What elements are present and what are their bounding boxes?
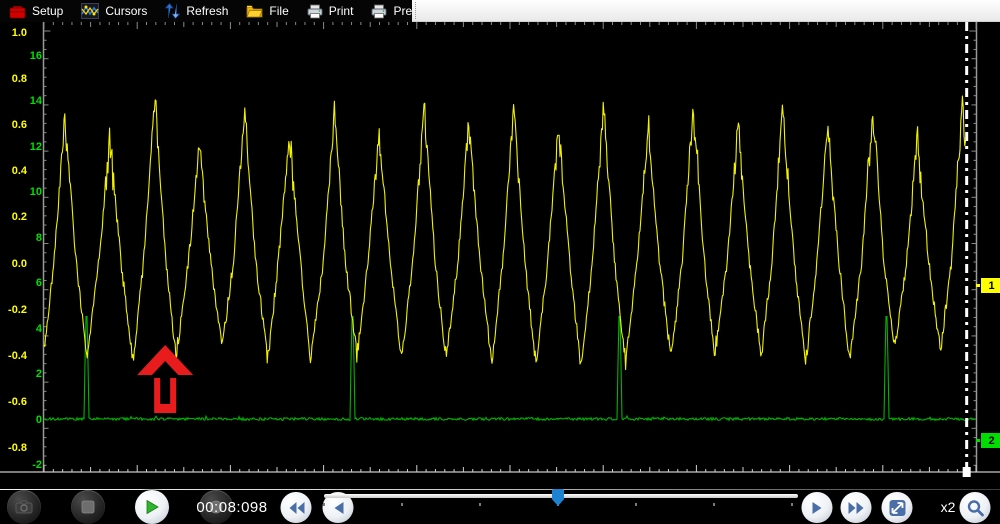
ch2-axis-tick-label: 10 (29, 186, 42, 198)
refresh-button[interactable]: Refresh (156, 0, 237, 22)
printer-icon (307, 4, 323, 18)
play-triangle-icon (146, 499, 159, 515)
time-display: 00:08:098 (196, 498, 268, 516)
ch1-axis-tick-label: 0.2 (11, 211, 27, 224)
ch1-axis-tick-label: -0.2 (8, 303, 27, 316)
fast-forward-button[interactable] (840, 492, 872, 523)
ch1-axis-tick-label: -0.4 (8, 349, 27, 362)
ch1-axis-tick-label: 1.0 (11, 26, 27, 39)
ch1-axis-tick-label: 0.8 (11, 72, 27, 85)
ch1-axis-tick-label: -0.8 (8, 442, 27, 455)
play-button[interactable] (135, 490, 169, 524)
camera-button[interactable] (7, 490, 41, 524)
double-chevron-right-icon (848, 501, 863, 514)
step-forward-button[interactable] (801, 492, 833, 523)
timeline-tick (401, 503, 403, 506)
double-chevron-left-icon (289, 501, 304, 514)
scope-app-window: Setup Cursors Refresh File Print 1.0 0.8… (0, 0, 1000, 524)
channel-1-badge[interactable]: 1 (976, 277, 1000, 294)
print-label: Print (328, 4, 354, 18)
triangle-right-icon (812, 501, 821, 514)
topbar-empty-area (412, 0, 1000, 22)
timeline-tick (791, 503, 793, 506)
channel-1-badge-label: 1 (980, 277, 1000, 294)
plot-canvas (0, 22, 1000, 477)
ch2-axis-tick-label: 14 (29, 95, 42, 107)
ch2-axis-tick-label: 16 (29, 49, 42, 62)
fit-screen-button[interactable] (881, 492, 913, 523)
channel-2-badge-label: 2 (980, 432, 1000, 449)
refresh-arrows-icon (165, 3, 181, 19)
ch2-axis-tick-label: 6 (35, 277, 42, 289)
ch2-axis-tick-label: 2 (35, 368, 42, 380)
cursors-button[interactable]: Cursors (72, 0, 156, 22)
expand-arrows-icon (889, 499, 905, 516)
ch2-axis-tick-label: 0 (35, 413, 42, 426)
rewind-button[interactable] (280, 492, 312, 523)
time-cursor-marker[interactable] (962, 467, 971, 477)
cursors-label: Cursors (105, 4, 148, 18)
timeline-tick (323, 503, 325, 506)
ch1-axis-tick-label: 0.4 (11, 165, 27, 178)
ch2-axis-tick-label: 4 (35, 322, 42, 335)
timeline-tick (635, 503, 637, 506)
setup-button[interactable]: Setup (0, 0, 72, 22)
file-label: File (269, 4, 289, 18)
channel-1-trace (43, 95, 967, 371)
stop-square-icon (81, 500, 95, 514)
ch2-axis-tick-label: 12 (29, 140, 42, 153)
top-toolbar: Setup Cursors Refresh File Print (0, 0, 1000, 22)
ch1-axis-tick-label: 0.6 (11, 118, 27, 131)
zoom-button[interactable] (959, 492, 991, 523)
setup-label: Setup (32, 4, 64, 18)
print-preview-icon (371, 4, 387, 18)
file-button[interactable]: File (237, 0, 297, 22)
topbar-divider (415, 2, 416, 19)
refresh-label: Refresh (186, 4, 229, 18)
ch1-axis-tick-label: -0.6 (8, 396, 27, 409)
waveform-plot[interactable]: 1.0 0.8 0.6 0.4 0.2 0.0 -0.2 -0.4 -0.6 -0.8 16 14 12… (0, 22, 1000, 513)
toolbox-icon (9, 5, 26, 18)
triangle-left-icon (334, 501, 343, 514)
magnifier-icon (967, 499, 984, 516)
ch1-axis-tick-label: 0.0 (11, 257, 27, 270)
toolbar: Setup Cursors Refresh File Print (0, 0, 436, 22)
zoom-factor-label: x2 (940, 499, 956, 515)
cursors-waveform-icon (81, 3, 100, 19)
print-button[interactable]: Print (298, 0, 363, 22)
timeline-tick (713, 503, 715, 506)
ch2-axis-tick-label: -2 (32, 459, 42, 471)
camera-icon (15, 500, 33, 514)
channel-2-badge[interactable]: 2 (976, 432, 1000, 449)
folder-icon (246, 5, 263, 18)
timeline-tick (479, 503, 481, 506)
ch2-axis-tick-label: 8 (35, 231, 42, 244)
stop-button[interactable] (71, 490, 105, 524)
